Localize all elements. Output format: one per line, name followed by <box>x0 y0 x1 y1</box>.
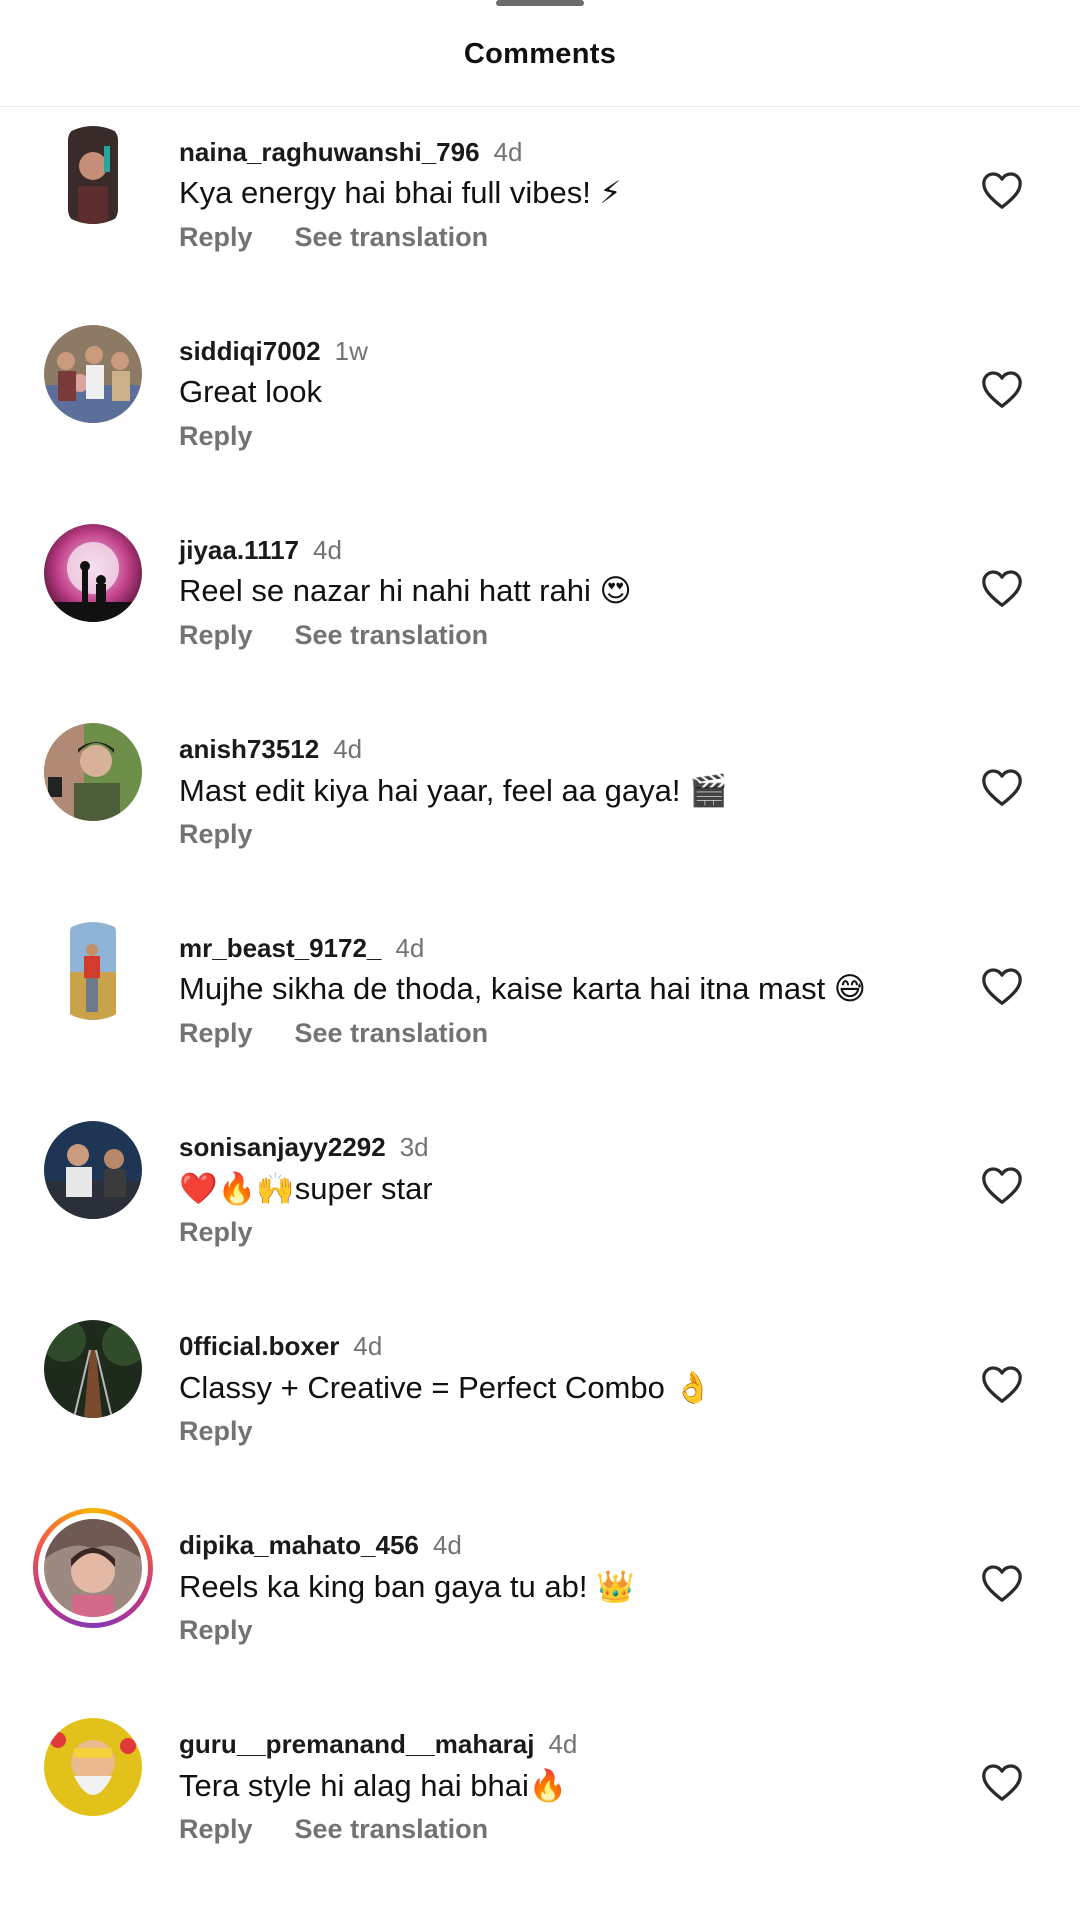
reply-button[interactable]: Reply <box>179 620 253 650</box>
reply-button[interactable]: Reply <box>179 222 253 252</box>
comment-time: 4d <box>313 535 342 565</box>
comment-text: Classy + Creative = Perfect Combo 👌 <box>179 1370 713 1405</box>
comment-text: Kya energy hai bhai full vibes! ⚡ <box>179 175 622 210</box>
comment-text: Tera style hi alag hai bhai🔥 <box>179 1768 568 1803</box>
comment-row: sonisanjayy2292 3d ❤️🔥🙌super star Reply <box>0 1102 1080 1301</box>
comment-row: naina_raghuwanshi_796 4d Kya energy hai b… <box>0 107 1080 306</box>
comment-username[interactable]: mr_beast_9172_ 4d <box>179 933 424 964</box>
comment-text: Great look <box>179 374 323 409</box>
comment-text: Reels ka king ban gaya tu ab! 👑 <box>179 1569 635 1604</box>
drag-handle[interactable] <box>496 0 584 6</box>
comment-time: 4d <box>395 933 425 963</box>
avatar[interactable] <box>44 922 142 1020</box>
comment-username[interactable]: 0fficial.boxer 4d <box>179 1331 382 1362</box>
avatar[interactable] <box>44 1320 142 1418</box>
reply-button[interactable]: Reply <box>179 1217 253 1247</box>
avatar[interactable] <box>44 126 142 224</box>
reply-button[interactable]: Reply <box>179 1615 253 1645</box>
see-translation-button[interactable]: See translation <box>295 1814 489 1844</box>
comment-time: 1w <box>334 336 368 366</box>
avatar[interactable] <box>44 325 142 423</box>
comment-username[interactable]: siddiqi7002 1w <box>179 336 368 367</box>
avatar[interactable] <box>44 723 142 821</box>
avatar[interactable] <box>44 1519 142 1617</box>
comment-time: 4d <box>548 1729 578 1759</box>
reply-button[interactable]: Reply <box>179 1416 253 1446</box>
comment-username[interactable]: jiyaa.1117 4d <box>179 535 342 566</box>
comment-time: 4d <box>333 734 363 764</box>
comment-time: 3d <box>399 1132 429 1162</box>
comment-time: 4d <box>353 1331 383 1361</box>
heart-outline-icon[interactable] <box>980 767 1024 807</box>
heart-outline-icon[interactable] <box>980 966 1024 1006</box>
comment-text: Reel se nazar hi nahi hatt rahi 😍 <box>179 573 632 608</box>
comment-username[interactable]: sonisanjayy2292 3d <box>179 1132 429 1163</box>
comment-username[interactable]: anish73512 4d <box>179 734 362 765</box>
avatar[interactable] <box>44 1121 142 1219</box>
comment-actions: Reply See translation <box>179 222 488 253</box>
comments-sheet: Comments naina_raghuwanshi_796 4d Kya ene… <box>0 0 1080 1918</box>
heart-outline-icon[interactable] <box>980 1762 1024 1802</box>
comment-text: ❤️🔥🙌super star <box>179 1171 433 1206</box>
comment-actions: Reply <box>179 1217 253 1248</box>
story-ring[interactable] <box>33 1508 153 1628</box>
comment-actions: Reply <box>179 819 253 850</box>
reply-button[interactable]: Reply <box>179 1814 253 1844</box>
comment-row: guru__premanand__maharaj 4d Tera style hi… <box>0 1699 1080 1898</box>
comment-row: mr_beast_9172_ 4d Mujhe sikha de thoda, k… <box>0 903 1080 1102</box>
comment-actions: Reply <box>179 1416 253 1447</box>
comment-text: Mujhe sikha de thoda, kaise karta hai it… <box>179 971 867 1006</box>
comment-row: jiyaa.1117 4d Reel se nazar hi nahi hatt … <box>0 505 1080 704</box>
comment-row: anish73512 4d Mast edit kiya hai yaar, fe… <box>0 704 1080 903</box>
comment-text: Mast edit kiya hai yaar, feel aa gaya! 🎬 <box>179 773 728 808</box>
heart-outline-icon[interactable] <box>980 1165 1024 1205</box>
comment-actions: Reply See translation <box>179 1018 488 1049</box>
comment-actions: Reply See translation <box>179 620 488 651</box>
see-translation-button[interactable]: See translation <box>295 1018 489 1048</box>
see-translation-button[interactable]: See translation <box>295 620 489 650</box>
comment-row: 0fficial.boxer 4d Classy + Creative = Per… <box>0 1301 1080 1500</box>
comment-username[interactable]: dipika_mahato_456 4d <box>179 1530 462 1561</box>
comment-username[interactable]: naina_raghuwanshi_796 4d <box>179 137 522 168</box>
comment-actions: Reply See translation <box>179 1814 488 1845</box>
comment-username[interactable]: guru__premanand__maharaj 4d <box>179 1729 577 1760</box>
comment-row: dipika_mahato_456 4d Reels ka king ban ga… <box>0 1500 1080 1699</box>
heart-outline-icon[interactable] <box>980 369 1024 409</box>
comment-time: 4d <box>493 137 523 167</box>
comment-actions: Reply <box>179 1615 253 1646</box>
comment-row: siddiqi7002 1w Great look Reply <box>0 306 1080 505</box>
avatar[interactable] <box>44 1718 142 1816</box>
sheet-title: Comments <box>463 38 617 70</box>
comment-actions: Reply <box>179 421 253 452</box>
reply-button[interactable]: Reply <box>179 421 253 451</box>
see-translation-button[interactable]: See translation <box>295 222 489 252</box>
heart-outline-icon[interactable] <box>980 170 1024 210</box>
reply-button[interactable]: Reply <box>179 1018 253 1048</box>
heart-outline-icon[interactable] <box>980 568 1024 608</box>
comment-time: 4d <box>432 1530 462 1560</box>
heart-outline-icon[interactable] <box>980 1364 1024 1404</box>
heart-outline-icon[interactable] <box>980 1563 1024 1603</box>
reply-button[interactable]: Reply <box>179 819 253 849</box>
avatar[interactable] <box>44 524 142 622</box>
